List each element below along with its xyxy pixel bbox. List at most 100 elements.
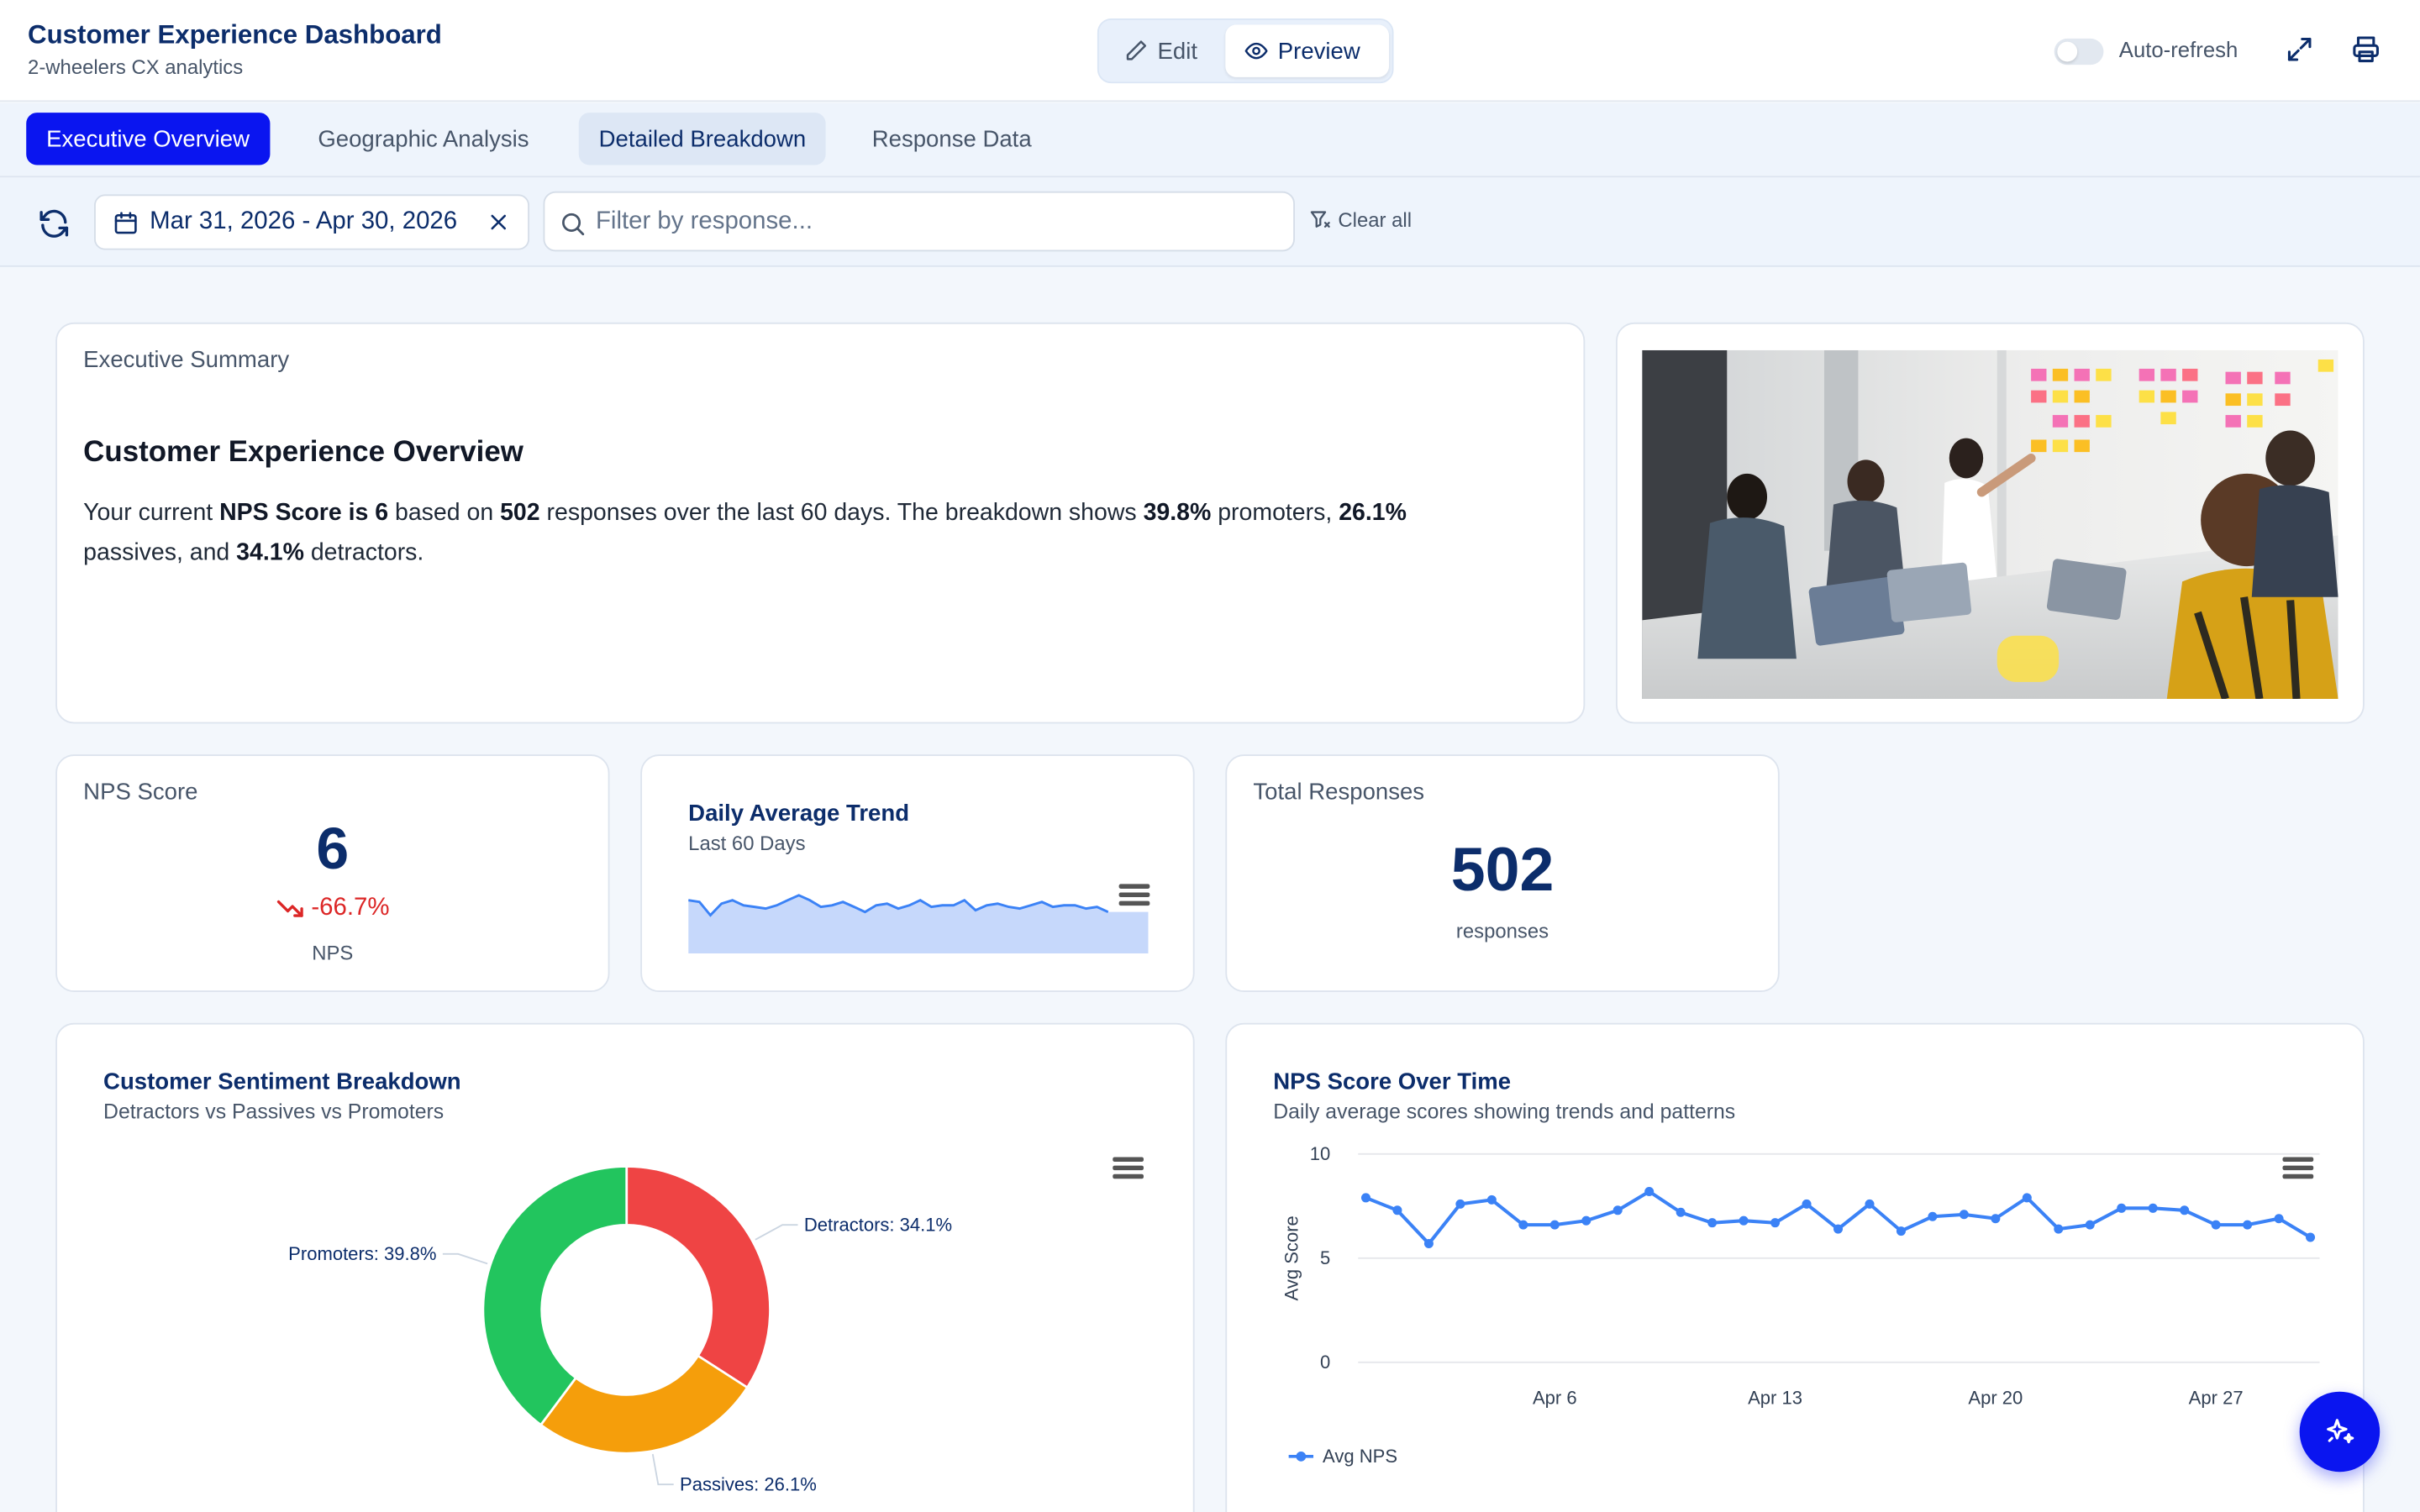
sentiment-donut-chart: Detractors: 34.1% Passives: 26.1% Promoter… bbox=[288, 1165, 952, 1495]
data-point bbox=[1865, 1199, 1875, 1209]
card-label: NPS Score bbox=[83, 779, 198, 806]
edit-button[interactable]: Edit bbox=[1105, 24, 1216, 76]
legend-label: Avg NPS bbox=[1323, 1446, 1397, 1467]
nps-score-card: NPS Score 6 -66.7% NPS bbox=[55, 754, 610, 992]
edit-label: Edit bbox=[1157, 37, 1198, 65]
x-tick-label: Apr 6 bbox=[1533, 1387, 1577, 1408]
refresh-icon[interactable] bbox=[37, 207, 71, 240]
card-label: Executive Summary bbox=[83, 347, 290, 374]
legend-swatch-point bbox=[1296, 1451, 1307, 1462]
tab-response-data[interactable]: Response Data bbox=[852, 113, 1052, 165]
data-point bbox=[1896, 1226, 1906, 1236]
photo-card bbox=[1616, 322, 2365, 724]
clear-all-button[interactable]: Clear all bbox=[1309, 208, 1412, 232]
top-header: Customer Experience Dashboard 2-wheelers… bbox=[0, 0, 2420, 102]
clear-all-label: Clear all bbox=[1338, 207, 1413, 232]
data-point bbox=[2306, 1232, 2316, 1242]
daily-trend-card: Daily Average Trend Last 60 Days bbox=[640, 754, 1195, 992]
toggle-knob bbox=[2057, 41, 2078, 62]
data-point bbox=[1360, 1193, 1370, 1203]
tab-bar: Executive Overview Geographic Analysis D… bbox=[0, 103, 2420, 178]
pencil-icon bbox=[1126, 40, 1147, 60]
date-range-value: Mar 31, 2026 - Apr 30, 2026 bbox=[150, 207, 458, 235]
mode-switcher: Edit Preview bbox=[1097, 18, 1394, 84]
nps-change-value: -66.7% bbox=[311, 895, 390, 921]
donut-slice-passives bbox=[539, 1354, 750, 1455]
nps-score-value: 6 bbox=[316, 817, 350, 883]
preview-button[interactable]: Preview bbox=[1225, 24, 1390, 77]
data-point bbox=[1518, 1220, 1528, 1230]
sentiment-card: Customer Sentiment Breakdown Detractors … bbox=[55, 1022, 1195, 1512]
data-point bbox=[1802, 1199, 1812, 1209]
eye-icon bbox=[1244, 42, 1268, 60]
donut-leader-line bbox=[755, 1224, 798, 1241]
nps-unit: NPS bbox=[312, 941, 354, 964]
data-point bbox=[1991, 1214, 2001, 1224]
data-point bbox=[1581, 1215, 1591, 1226]
data-point bbox=[1739, 1215, 1749, 1226]
card-label: Total Responses bbox=[1253, 779, 1425, 806]
page-subtitle: 2-wheelers CX analytics bbox=[28, 55, 244, 79]
data-point bbox=[1676, 1207, 1686, 1217]
filter-bar: Mar 31, 2026 - Apr 30, 2026 Clear all bbox=[0, 177, 2420, 267]
data-point bbox=[1486, 1194, 1497, 1205]
data-point bbox=[1707, 1218, 1718, 1228]
sparkle-icon bbox=[2327, 1419, 2354, 1444]
print-icon[interactable] bbox=[2350, 34, 2381, 65]
data-point bbox=[1833, 1224, 1844, 1234]
data-point bbox=[1612, 1205, 1623, 1215]
y-axis-label: Avg Score bbox=[1281, 1215, 1302, 1300]
close-icon[interactable] bbox=[487, 212, 509, 234]
donut-leader-line bbox=[651, 1453, 674, 1486]
auto-refresh-toggle[interactable] bbox=[2054, 38, 2104, 66]
total-responses-card: Total Responses 502 responses bbox=[1225, 754, 1780, 992]
data-point bbox=[1392, 1205, 1402, 1215]
data-point bbox=[2085, 1220, 2095, 1230]
tab-detailed-breakdown[interactable]: Detailed Breakdown bbox=[578, 113, 827, 165]
donut-leader-line bbox=[442, 1252, 488, 1265]
data-point bbox=[1644, 1186, 1655, 1196]
filter-clear-icon bbox=[1310, 211, 1330, 228]
nps-line-chart: 0 5 10 Avg Score Apr 6 Apr 13 Apr 20 Apr 27 Avg … bbox=[1281, 1143, 2320, 1467]
fullscreen-icon[interactable] bbox=[2284, 34, 2315, 65]
search-icon bbox=[562, 213, 585, 236]
trend-subtitle: Last 60 Days bbox=[688, 831, 806, 855]
data-point bbox=[2211, 1220, 2221, 1230]
team-meeting-photo bbox=[1642, 349, 2338, 700]
data-point bbox=[1928, 1211, 1938, 1221]
trending-down-icon bbox=[276, 900, 303, 917]
y-tick-label: 10 bbox=[1310, 1143, 1331, 1164]
donut-label: Passives: 26.1% bbox=[680, 1474, 817, 1495]
search-input[interactable] bbox=[595, 192, 1276, 250]
data-point bbox=[1549, 1220, 1560, 1230]
preview-label: Preview bbox=[1277, 37, 1360, 65]
sparkline-area bbox=[688, 895, 1149, 954]
x-tick-label: Apr 13 bbox=[1748, 1387, 1802, 1408]
calendar-icon bbox=[114, 211, 137, 234]
search-box bbox=[543, 191, 1295, 252]
page-title: Customer Experience Dashboard bbox=[28, 19, 442, 50]
series-line-avg-nps bbox=[1365, 1189, 2312, 1246]
app-root: Customer Experience Dashboard 2-wheelers… bbox=[0, 0, 2420, 1512]
donut-slice-detractors bbox=[625, 1165, 771, 1389]
data-point bbox=[1423, 1238, 1434, 1248]
nps-change: -66.7% bbox=[57, 895, 608, 922]
data-point bbox=[1770, 1218, 1781, 1228]
tab-geographic-analysis[interactable]: Geographic Analysis bbox=[297, 113, 549, 165]
data-point bbox=[1455, 1199, 1465, 1209]
donut-slice-promoters bbox=[481, 1165, 629, 1427]
data-point bbox=[2054, 1224, 2064, 1234]
summary-text: Your current NPS Score is 6 based on 502… bbox=[83, 500, 1407, 567]
y-tick-label: 5 bbox=[1320, 1247, 1330, 1268]
donut-label: Promoters: 39.8% bbox=[288, 1243, 436, 1264]
data-point bbox=[2022, 1193, 2032, 1203]
ai-assistant-button[interactable] bbox=[2299, 1391, 2381, 1473]
chart-menu-icon[interactable] bbox=[1118, 881, 1151, 909]
responses-value: 502 bbox=[1450, 836, 1555, 905]
tab-executive-overview[interactable]: Executive Overview bbox=[26, 113, 270, 165]
date-range-picker[interactable]: Mar 31, 2026 - Apr 30, 2026 bbox=[94, 194, 529, 250]
y-tick-label: 0 bbox=[1320, 1352, 1330, 1373]
nps-over-time-card: NPS Score Over Time Daily average scores… bbox=[1225, 1022, 2365, 1512]
summary-heading: Customer Experience Overview bbox=[83, 436, 523, 470]
x-tick-label: Apr 27 bbox=[2189, 1387, 2244, 1408]
